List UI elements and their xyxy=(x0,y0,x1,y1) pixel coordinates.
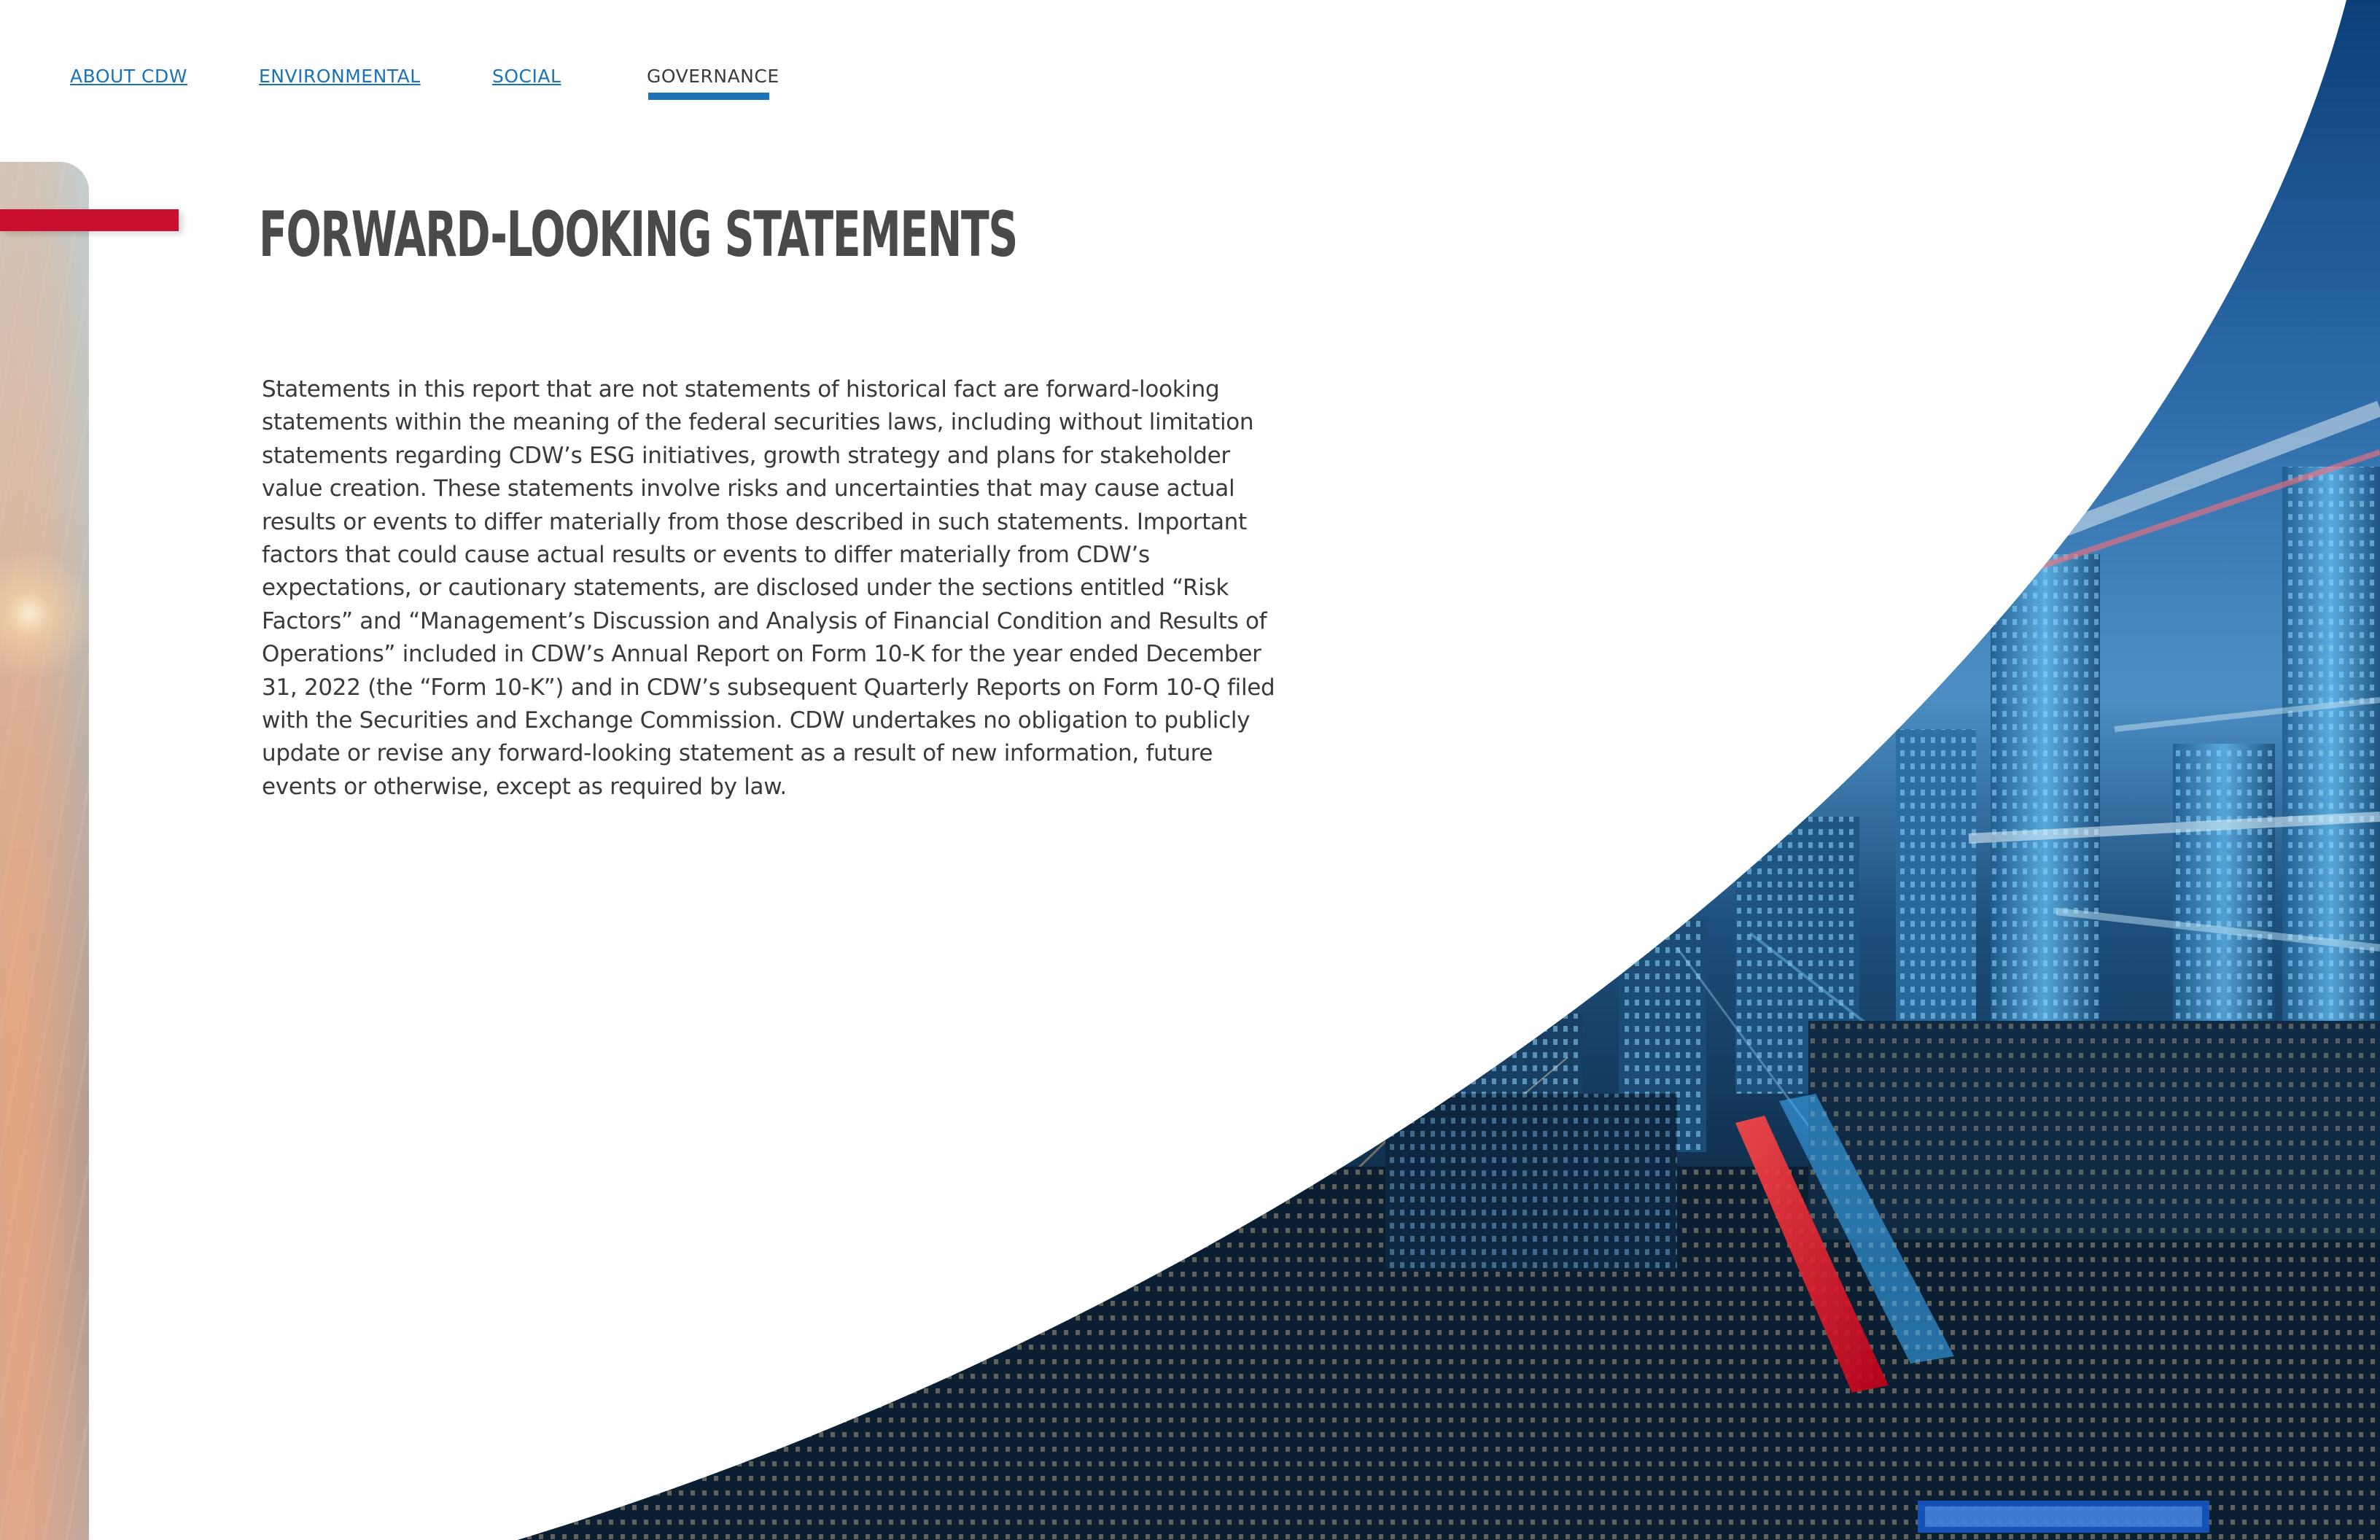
red-accent-bar xyxy=(0,209,179,231)
page-title: FORWARD-LOOKING STATEMENTS xyxy=(259,198,1018,271)
nav-link-environmental[interactable]: ENVIRONMENTAL xyxy=(259,66,421,87)
nav-link-governance[interactable]: GOVERNANCE xyxy=(647,66,779,87)
body-paragraph: Statements in this report that are not s… xyxy=(262,376,1275,800)
active-tab-indicator xyxy=(648,93,769,100)
nav-link-about-cdw[interactable]: ABOUT CDW xyxy=(70,66,187,87)
side-image-panel xyxy=(0,162,89,1540)
nav-link-social[interactable]: SOCIAL xyxy=(492,66,561,87)
report-page: ABOUT CDW ENVIRONMENTAL SOCIAL GOVERNANC… xyxy=(0,0,2380,1540)
